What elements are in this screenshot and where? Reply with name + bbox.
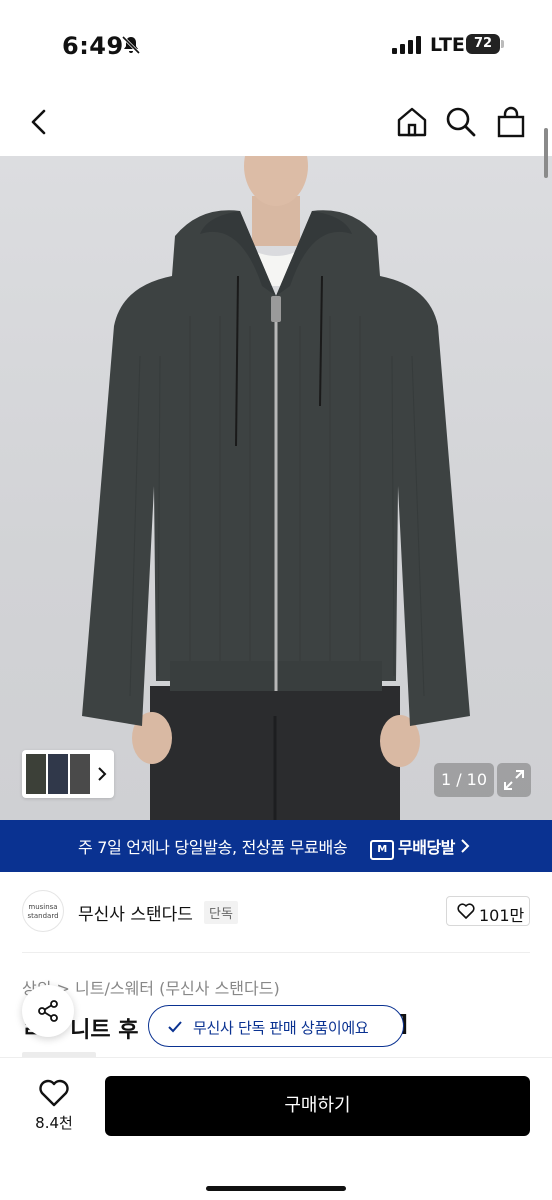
home-indicator [206,1186,346,1191]
home-icon[interactable] [394,104,430,140]
free-delivery-icon: M [370,840,394,860]
nav-bar [0,90,552,156]
shopping-bag-icon[interactable] [493,104,529,140]
buy-button[interactable]: 구매하기 [105,1076,530,1136]
free-delivery-badge: M 무배당발 [370,834,455,860]
divider [22,952,530,953]
chevron-right-icon [461,839,470,853]
thumbnail-3[interactable] [70,754,90,794]
brand-row: musinsa standard 무신사 스탠다드 단독 101만 [0,872,552,952]
wish-count: 8.4천 [35,1114,73,1132]
like-button[interactable]: 101만 [446,896,530,926]
thumbnail-2[interactable] [48,754,68,794]
battery-level: 72 [466,34,500,54]
promo-banner[interactable]: 주 7일 언제나 당일발송, 전상품 무료배송 M 무배당발 [0,820,552,872]
status-bar: 6:49 LTE 72 [0,0,552,90]
product-image[interactable] [0,156,552,820]
exclusive-tag: 단독 [204,901,238,924]
check-icon [168,1021,182,1033]
exclusive-toast: 무신사 단독 판매 상품이에요 [148,1005,404,1047]
signal-icon [392,36,421,54]
thumbnail-strip[interactable] [22,750,114,798]
brand-logo[interactable]: musinsa standard [22,890,64,932]
bell-muted-icon [121,35,141,55]
share-icon [38,1000,58,1022]
brand-name[interactable]: 무신사 스탠다드 [78,900,193,925]
brand-logo-line1: musinsa [28,903,58,911]
free-delivery-label: 무배당발 [398,838,455,857]
toast-text: 무신사 단독 판매 상품이에요 [193,1019,369,1037]
heart-icon [457,903,475,919]
expand-icon [504,770,524,790]
promo-text: 주 7일 언제나 당일발송, 전상품 무료배송 [78,838,348,857]
brand-logo-line2: standard [27,912,59,920]
expand-button[interactable] [497,763,531,797]
image-page-counter: 1 / 10 [434,763,494,797]
thumbnail-1[interactable] [26,754,46,794]
search-icon[interactable] [443,104,479,140]
status-time: 6:49 [62,32,124,60]
network-type: LTE [430,34,465,56]
share-button[interactable] [22,985,74,1037]
bottom-bar: 8.4천 구매하기 [0,1058,552,1200]
scroll-indicator [544,128,548,178]
battery-icon: 72 [466,34,506,54]
heart-icon[interactable] [38,1078,70,1108]
chevron-right-icon[interactable] [96,764,108,784]
like-count: 101만 [479,906,525,925]
chevron-left-icon[interactable] [22,104,58,140]
product-photo-illustration [82,156,470,820]
